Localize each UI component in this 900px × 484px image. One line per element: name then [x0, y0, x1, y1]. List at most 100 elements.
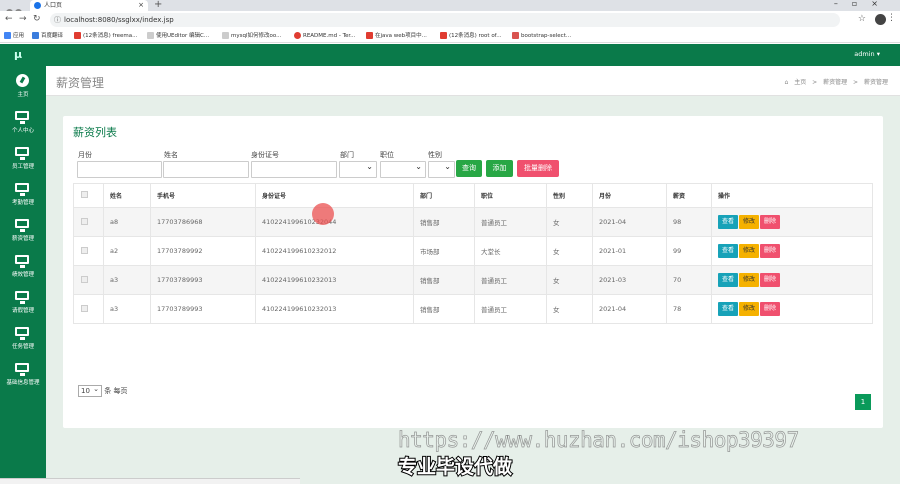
- view-button[interactable]: 查看: [718, 273, 739, 287]
- back-icon[interactable]: ←: [5, 14, 13, 24]
- monitor-icon: [15, 291, 30, 304]
- app-header: μ admin ▾: [0, 44, 900, 66]
- breadcrumb-level1[interactable]: 薪资管理: [823, 79, 847, 86]
- bookmark-item[interactable]: (12条消息) root of...: [440, 29, 501, 42]
- bookmark-item[interactable]: README.md - Ter...: [294, 29, 355, 42]
- edit-button[interactable]: 修改: [739, 244, 760, 258]
- per-page-label: 条 每页: [104, 387, 128, 395]
- sidebar-item-employees[interactable]: 员工管理: [0, 142, 46, 178]
- idcard-input[interactable]: [251, 161, 337, 178]
- delete-button[interactable]: 删除: [760, 215, 781, 229]
- edit-button[interactable]: 修改: [739, 215, 760, 229]
- column-header[interactable]: 手机号: [150, 183, 256, 208]
- tab-close-icon[interactable]: ×: [138, 0, 144, 11]
- cell-dept: 销售部: [413, 265, 475, 295]
- reload-icon[interactable]: ↻: [33, 14, 41, 24]
- delete-button[interactable]: 删除: [760, 273, 781, 287]
- cell-salary: 98: [666, 207, 712, 237]
- bookmark-item[interactable]: (12条消息) freema...: [74, 29, 137, 42]
- column-header[interactable]: 月份: [592, 183, 667, 208]
- row-select-cell: [73, 207, 104, 237]
- row-checkbox[interactable]: [81, 217, 88, 225]
- page-size-select[interactable]: 10: [78, 384, 102, 397]
- table-row: a3 17703789993 410224199610232013 销售部 普通…: [73, 265, 873, 295]
- row-checkbox[interactable]: [81, 304, 88, 312]
- sidebar-item-attendance[interactable]: 考勤管理: [0, 178, 46, 214]
- bookmark-item[interactable]: 使用UEditor 编辑C...: [147, 29, 209, 42]
- cell-name: a3: [103, 265, 151, 295]
- edit-button[interactable]: 修改: [739, 302, 760, 316]
- sidebar-item-label: 基础信息管理: [6, 380, 40, 386]
- sidebar-item-home[interactable]: 主页: [0, 70, 46, 106]
- select-all-checkbox[interactable]: [81, 191, 88, 198]
- bookmark-item[interactable]: 在java web项目中...: [366, 29, 427, 42]
- browser-tab-bar: 人口页 × + –▫×: [0, 0, 900, 16]
- column-header[interactable]: 部门: [413, 183, 475, 208]
- month-input[interactable]: [77, 161, 162, 178]
- view-button[interactable]: 查看: [718, 215, 739, 229]
- browser-menu-icon[interactable]: ⋮: [887, 13, 896, 23]
- column-header[interactable]: 姓名: [103, 183, 151, 208]
- delete-button[interactable]: 删除: [760, 244, 781, 258]
- bookmark-star-icon[interactable]: ☆: [858, 14, 866, 24]
- row-checkbox[interactable]: [81, 246, 88, 254]
- dashboard-icon: [15, 74, 30, 87]
- batch-delete-button[interactable]: 批量删除: [517, 160, 559, 177]
- user-menu[interactable]: admin ▾: [854, 50, 880, 58]
- sidebar-item-salary[interactable]: 薪资管理: [0, 214, 46, 250]
- sidebar: 主页 个人中心 员工管理 考勤管理 薪资管理 绩效管理 请假管理 任务管理 基础…: [0, 66, 46, 484]
- cell-actions: 查看 修改 删除: [711, 294, 873, 324]
- window-buttons[interactable]: –▫×: [834, 0, 892, 8]
- edit-button[interactable]: 修改: [739, 273, 760, 287]
- browser-tab[interactable]: 人口页 ×: [30, 0, 148, 11]
- cell-dept: 市场部: [413, 236, 475, 266]
- sidebar-item-leave[interactable]: 请假管理: [0, 286, 46, 322]
- sidebar-item-basic-info[interactable]: 基础信息管理: [0, 358, 46, 394]
- monitor-icon: [15, 327, 30, 340]
- sidebar-item-label: 员工管理: [11, 164, 34, 170]
- table-row: a2 17703789992 410224199610232012 市场部 大堂…: [73, 236, 873, 266]
- forward-icon[interactable]: →: [19, 14, 27, 24]
- column-header[interactable]: 身份证号: [255, 183, 414, 208]
- sidebar-item-tasks[interactable]: 任务管理: [0, 322, 46, 358]
- sidebar-item-profile[interactable]: 个人中心: [0, 106, 46, 142]
- cell-name: a3: [103, 294, 151, 324]
- row-checkbox[interactable]: [81, 275, 88, 283]
- position-select[interactable]: [380, 161, 426, 178]
- column-header[interactable]: 薪资: [666, 183, 712, 208]
- bookmark-item[interactable]: bootstrap-select...: [512, 29, 571, 42]
- view-button[interactable]: 查看: [718, 244, 739, 258]
- search-button[interactable]: 查询: [456, 160, 482, 177]
- monitor-icon: [15, 147, 30, 160]
- filter-bar: 月份 姓名 身份证号 部门 职位 性别 查询 添加 批量删除: [63, 148, 883, 188]
- sidebar-item-label: 请假管理: [11, 308, 34, 314]
- sidebar-item-performance[interactable]: 绩效管理: [0, 250, 46, 286]
- cell-idcard: 410224199610232012: [255, 236, 414, 266]
- delete-button[interactable]: 删除: [760, 302, 781, 316]
- add-button[interactable]: 添加: [486, 160, 513, 177]
- cell-salary: 78: [666, 294, 712, 324]
- home-icon: ⌂: [784, 79, 789, 86]
- site-info-icon[interactable]: ⓘ: [54, 13, 61, 27]
- cell-phone: 17703786968: [150, 207, 256, 237]
- page-number-button[interactable]: 1: [855, 394, 871, 410]
- gender-select[interactable]: [428, 161, 455, 178]
- bookmark-item[interactable]: 百度翻译: [32, 29, 63, 42]
- sidebar-item-label: 考勤管理: [11, 200, 34, 206]
- view-button[interactable]: 查看: [718, 302, 739, 316]
- month-label: 月份: [78, 151, 92, 159]
- bookmark-item[interactable]: mysql如何修改oo...: [222, 29, 281, 42]
- bookmark-apps[interactable]: 应用: [4, 29, 24, 42]
- profile-avatar[interactable]: [875, 14, 886, 25]
- cell-month: 2021-03: [592, 265, 667, 295]
- name-input[interactable]: [163, 161, 249, 178]
- sidebar-item-label: 绩效管理: [11, 272, 34, 278]
- cell-dept: 销售部: [413, 207, 475, 237]
- cell-phone: 17703789993: [150, 265, 256, 295]
- breadcrumb-home[interactable]: 主页: [794, 79, 806, 86]
- dept-select[interactable]: [339, 161, 377, 178]
- url-input[interactable]: ⓘ localhost:8080/ssglxx/index.jsp: [50, 13, 840, 27]
- column-header[interactable]: 职位: [474, 183, 547, 208]
- new-tab-icon[interactable]: +: [154, 0, 162, 10]
- column-header[interactable]: 性别: [546, 183, 593, 208]
